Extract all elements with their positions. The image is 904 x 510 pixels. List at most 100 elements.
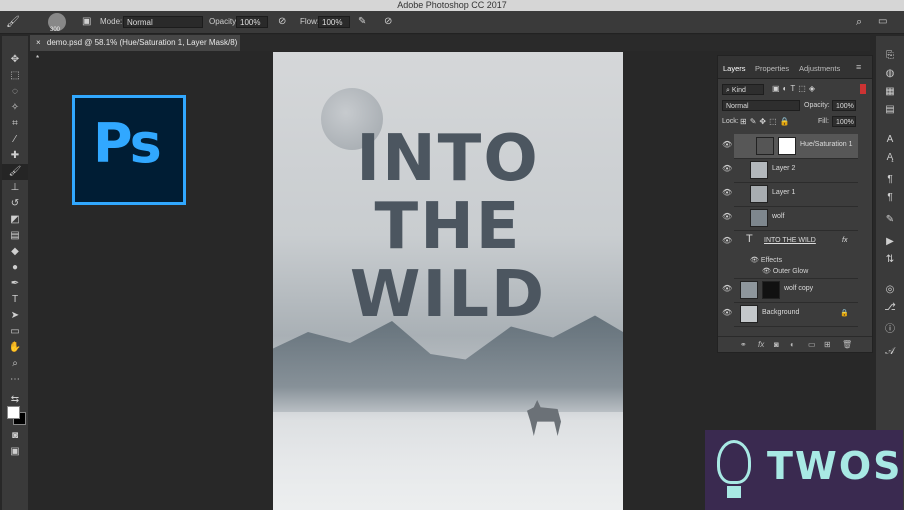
blend-mode-select[interactable]: Normal xyxy=(722,100,800,111)
layer-fx-badge[interactable]: fx xyxy=(842,237,847,244)
paths-icon[interactable]: ⎇ xyxy=(880,300,900,316)
tool-presets-icon[interactable]: ⇅ xyxy=(880,252,900,268)
rectangle-tool-icon[interactable]: ▭ xyxy=(2,324,28,340)
visibility-eye-icon[interactable]: 👁 xyxy=(722,212,732,222)
brush-panel-icon[interactable]: ▣ xyxy=(82,15,91,29)
tab-properties[interactable]: Properties xyxy=(755,64,789,73)
eyedropper-tool-icon[interactable]: ⁄ xyxy=(2,132,28,148)
filter-icons[interactable]: ▣◐T⬚◈ xyxy=(772,84,818,93)
flow-label: Flow: xyxy=(300,17,320,26)
visibility-eye-icon[interactable]: 👁 xyxy=(722,308,732,318)
move-tool-icon[interactable]: ✥ xyxy=(2,52,28,68)
delete-layer-icon[interactable]: 🗑 xyxy=(842,340,852,349)
airbrush-icon[interactable]: ✎ xyxy=(358,15,366,29)
quick-selection-tool-icon[interactable]: ✧ xyxy=(2,100,28,116)
glyphs-icon[interactable]: 𝒜 xyxy=(880,344,900,360)
info-icon[interactable]: ⓘ xyxy=(880,322,900,338)
lock-icons[interactable]: ⊞✎✥⬚🔒 xyxy=(740,117,793,126)
mist-layer xyxy=(273,412,623,510)
layer-fill-input[interactable]: 100% xyxy=(832,116,856,127)
workspace-icon[interactable]: ▭ xyxy=(878,15,887,29)
brush-tool-icon[interactable]: 🖌 xyxy=(6,15,20,29)
layer-row[interactable]: 👁 Layer 1 xyxy=(722,182,858,207)
eraser-tool-icon[interactable]: ◩ xyxy=(2,212,28,228)
lock-icon: 🔒 xyxy=(840,310,849,317)
pressure-size-icon[interactable]: ⊘ xyxy=(384,15,392,29)
paragraph-icon[interactable]: ¶ xyxy=(880,172,900,188)
character-styles-icon[interactable]: Ą xyxy=(880,150,900,166)
pen-tool-icon[interactable]: ✒ xyxy=(2,276,28,292)
search-icon[interactable]: ⌕ xyxy=(856,15,862,29)
filter-kind-label: Kind xyxy=(731,87,746,94)
outer-glow-row[interactable]: 👁 Outer Glow xyxy=(762,267,808,275)
tab-adjustments[interactable]: Adjustments xyxy=(799,64,840,73)
add-mask-icon[interactable]: ◙ xyxy=(774,340,779,349)
screen-mode-icon[interactable]: ▣ xyxy=(2,444,28,460)
new-layer-icon[interactable]: ⊞ xyxy=(824,340,831,349)
filter-toggle[interactable] xyxy=(860,84,866,94)
swatches-icon[interactable]: ▦ xyxy=(880,84,900,100)
type-tool-icon[interactable]: T xyxy=(2,292,28,308)
opacity-input[interactable]: 100% xyxy=(236,16,268,28)
channels-icon[interactable]: ◎ xyxy=(880,282,900,298)
layer-thumbnail xyxy=(750,209,768,227)
layer-row[interactable]: 👁 Hue/Saturation 1 xyxy=(722,134,858,159)
layer-row[interactable]: 👁 wolf xyxy=(722,206,858,231)
layer-opacity-input[interactable]: 100% xyxy=(832,100,856,111)
brush-tool-icon[interactable]: 🖌 xyxy=(2,164,28,180)
more-tools-icon[interactable]: ⋯ xyxy=(2,372,28,388)
layer-row[interactable]: 👁 Background 🔒 xyxy=(722,302,858,327)
layers-panel: Layers Properties Adjustments ≡ ⌕ Kind ▣… xyxy=(717,55,873,353)
layer-row[interactable]: 👁 T INTO THE WILD fx 👁 Effects 👁 Outer G… xyxy=(722,230,858,279)
document-tab[interactable]: × demo.psd @ 58.1% (Hue/Saturation 1, La… xyxy=(30,35,240,63)
path-selection-tool-icon[interactable]: ➤ xyxy=(2,308,28,324)
new-group-icon[interactable]: ▭ xyxy=(808,340,816,349)
flow-input[interactable]: 100% xyxy=(318,16,350,28)
opacity-label: Opacity: xyxy=(209,17,239,26)
character-icon[interactable]: A xyxy=(880,132,900,148)
visibility-eye-icon[interactable]: 👁 xyxy=(722,188,732,198)
visibility-eye-icon[interactable]: 👁 xyxy=(722,140,732,150)
quick-mask-icon[interactable]: ◙ xyxy=(2,428,28,444)
fill-label: Fill: xyxy=(818,118,829,125)
hand-tool-icon[interactable]: ✋ xyxy=(2,340,28,356)
poster-title-line-3: WILD xyxy=(349,258,547,332)
link-layers-icon[interactable]: ⚭ xyxy=(740,340,747,349)
add-layer-style-icon[interactable]: fx xyxy=(758,340,764,349)
new-adjustment-layer-icon[interactable]: ◐ xyxy=(790,340,795,349)
brushes-icon[interactable]: ✎ xyxy=(880,212,900,228)
zoom-tool-icon[interactable]: ⌕ xyxy=(2,356,28,372)
panel-menu-icon[interactable]: ≡ xyxy=(856,62,861,72)
lasso-tool-icon[interactable]: ◌ xyxy=(2,84,28,100)
poster-title-line-2: THE xyxy=(374,190,522,264)
visibility-eye-icon[interactable]: 👁 xyxy=(722,164,732,174)
layer-mask-thumbnail[interactable] xyxy=(778,137,796,155)
clone-stamp-tool-icon[interactable]: ⊥ xyxy=(2,180,28,196)
effects-row[interactable]: 👁 Effects xyxy=(750,256,782,264)
options-bar: 🖌 300 ▣ Mode: Normal Opacity: 100% ⊘ Flo… xyxy=(0,11,904,34)
actions-icon[interactable]: ▶ xyxy=(880,234,900,250)
close-icon[interactable]: × xyxy=(36,38,41,47)
paragraph-styles-icon[interactable]: ¶ xyxy=(880,190,900,206)
dodge-tool-icon[interactable]: ● xyxy=(2,260,28,276)
visibility-eye-icon[interactable]: 👁 xyxy=(722,284,732,294)
healing-brush-tool-icon[interactable]: ✚ xyxy=(2,148,28,164)
blur-tool-icon[interactable]: ◆ xyxy=(2,244,28,260)
layer-row[interactable]: 👁 wolf copy xyxy=(722,278,858,303)
crop-tool-icon[interactable]: ⌗ xyxy=(2,116,28,132)
filter-kind-select[interactable]: ⌕ Kind xyxy=(722,84,764,95)
mode-select[interactable]: Normal xyxy=(123,16,203,28)
visibility-eye-icon[interactable]: 👁 xyxy=(722,236,732,246)
history-brush-tool-icon[interactable]: ↺ xyxy=(2,196,28,212)
libraries-icon[interactable]: ▤ xyxy=(880,102,900,118)
foreground-color-swatch[interactable] xyxy=(7,406,20,419)
layer-row[interactable]: 👁 Layer 2 xyxy=(722,158,858,183)
document-canvas[interactable]: INTO THE WILD xyxy=(273,52,623,510)
color-icon[interactable]: ◍ xyxy=(880,66,900,82)
tab-layers[interactable]: Layers xyxy=(723,64,746,73)
gradient-tool-icon[interactable]: ▤ xyxy=(2,228,28,244)
marquee-tool-icon[interactable]: ⬚ xyxy=(2,68,28,84)
pressure-opacity-icon[interactable]: ⊘ xyxy=(278,15,286,29)
history-icon[interactable]: ⎘ xyxy=(880,48,900,64)
layer-mask-thumbnail[interactable] xyxy=(762,281,780,299)
